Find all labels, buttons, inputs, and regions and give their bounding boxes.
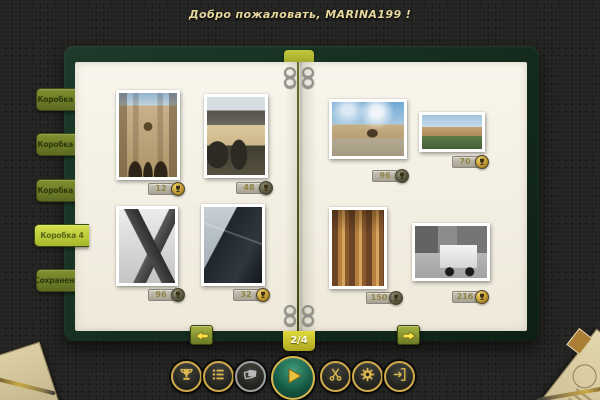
trophy-icon: [171, 288, 185, 302]
page-indicator: 2/4: [283, 331, 315, 351]
spiral-ring: [284, 77, 314, 85]
puzzle-thumb-notre-dame[interactable]: [116, 90, 180, 180]
puzzle-thumb-louvre-courtyard[interactable]: [329, 99, 407, 159]
album-spine: [297, 62, 299, 331]
trophy-icon: [475, 290, 489, 304]
photo-image: [422, 115, 482, 149]
arrow-right-icon: [402, 326, 416, 345]
spiral-ring: [284, 315, 314, 323]
spiral-ring: [284, 305, 314, 313]
exit-button[interactable]: [384, 361, 415, 392]
piece-count-badge: 12: [148, 182, 185, 196]
game-screen: Добро пожаловать, MARINA199 ! Коробка 1 …: [0, 0, 600, 400]
trophy-icon: [475, 155, 489, 169]
photos-icon: [242, 366, 259, 387]
next-page-button[interactable]: [397, 325, 420, 345]
trophy-icon: [178, 366, 195, 387]
list-icon: [210, 366, 227, 387]
piece-count-badge: 96: [148, 288, 185, 302]
scissors-icon: [327, 366, 344, 387]
cut-puzzle-button[interactable]: [320, 361, 351, 392]
sidebar-tab-box-4[interactable]: Коробка 4: [34, 224, 89, 247]
trophy-icon: [389, 291, 403, 305]
trophy-icon: [395, 169, 409, 183]
piece-count-badge: 216: [452, 290, 489, 304]
trophy-icon: [256, 288, 270, 302]
play-button[interactable]: [271, 356, 315, 400]
trophies-button[interactable]: [171, 361, 202, 392]
piece-count-badge: 32: [233, 288, 270, 302]
my-photos-button[interactable]: [235, 361, 266, 392]
gear-icon: [359, 366, 376, 387]
photo-image: [119, 209, 175, 283]
photo-image: [332, 210, 384, 286]
toolbar: [171, 361, 415, 400]
puzzle-thumb-panorama[interactable]: [419, 112, 485, 152]
photo-image: [207, 97, 265, 175]
prev-page-button[interactable]: [190, 325, 213, 345]
piece-count-badge: 48: [236, 181, 273, 195]
piece-count-badge: 150: [366, 291, 403, 305]
puzzle-thumb-eiffel-tower[interactable]: [116, 206, 178, 286]
photo-image: [204, 207, 262, 283]
settings-button[interactable]: [352, 361, 383, 392]
photo-image: [332, 102, 404, 156]
puzzle-list-button[interactable]: [203, 361, 234, 392]
piece-count-badge: 70: [452, 155, 489, 169]
puzzle-thumb-vintage-truck[interactable]: [412, 223, 490, 281]
arrow-left-icon: [195, 326, 209, 345]
photo-image: [119, 93, 177, 177]
tab-label: Коробка 4: [40, 231, 83, 240]
play-icon: [281, 364, 305, 392]
piece-count-badge: 96: [372, 169, 409, 183]
welcome-message: Добро пожаловать, MARINA199 !: [0, 8, 600, 21]
trophy-icon: [259, 181, 273, 195]
puzzle-thumb-louvre-pyramid[interactable]: [201, 204, 265, 286]
trophy-icon: [171, 182, 185, 196]
spiral-ring: [284, 67, 314, 75]
exit-icon: [391, 366, 408, 387]
puzzle-thumb-cathedral-interior[interactable]: [329, 207, 387, 289]
photo-image: [415, 226, 487, 278]
puzzle-thumb-pont-neuf[interactable]: [204, 94, 268, 178]
